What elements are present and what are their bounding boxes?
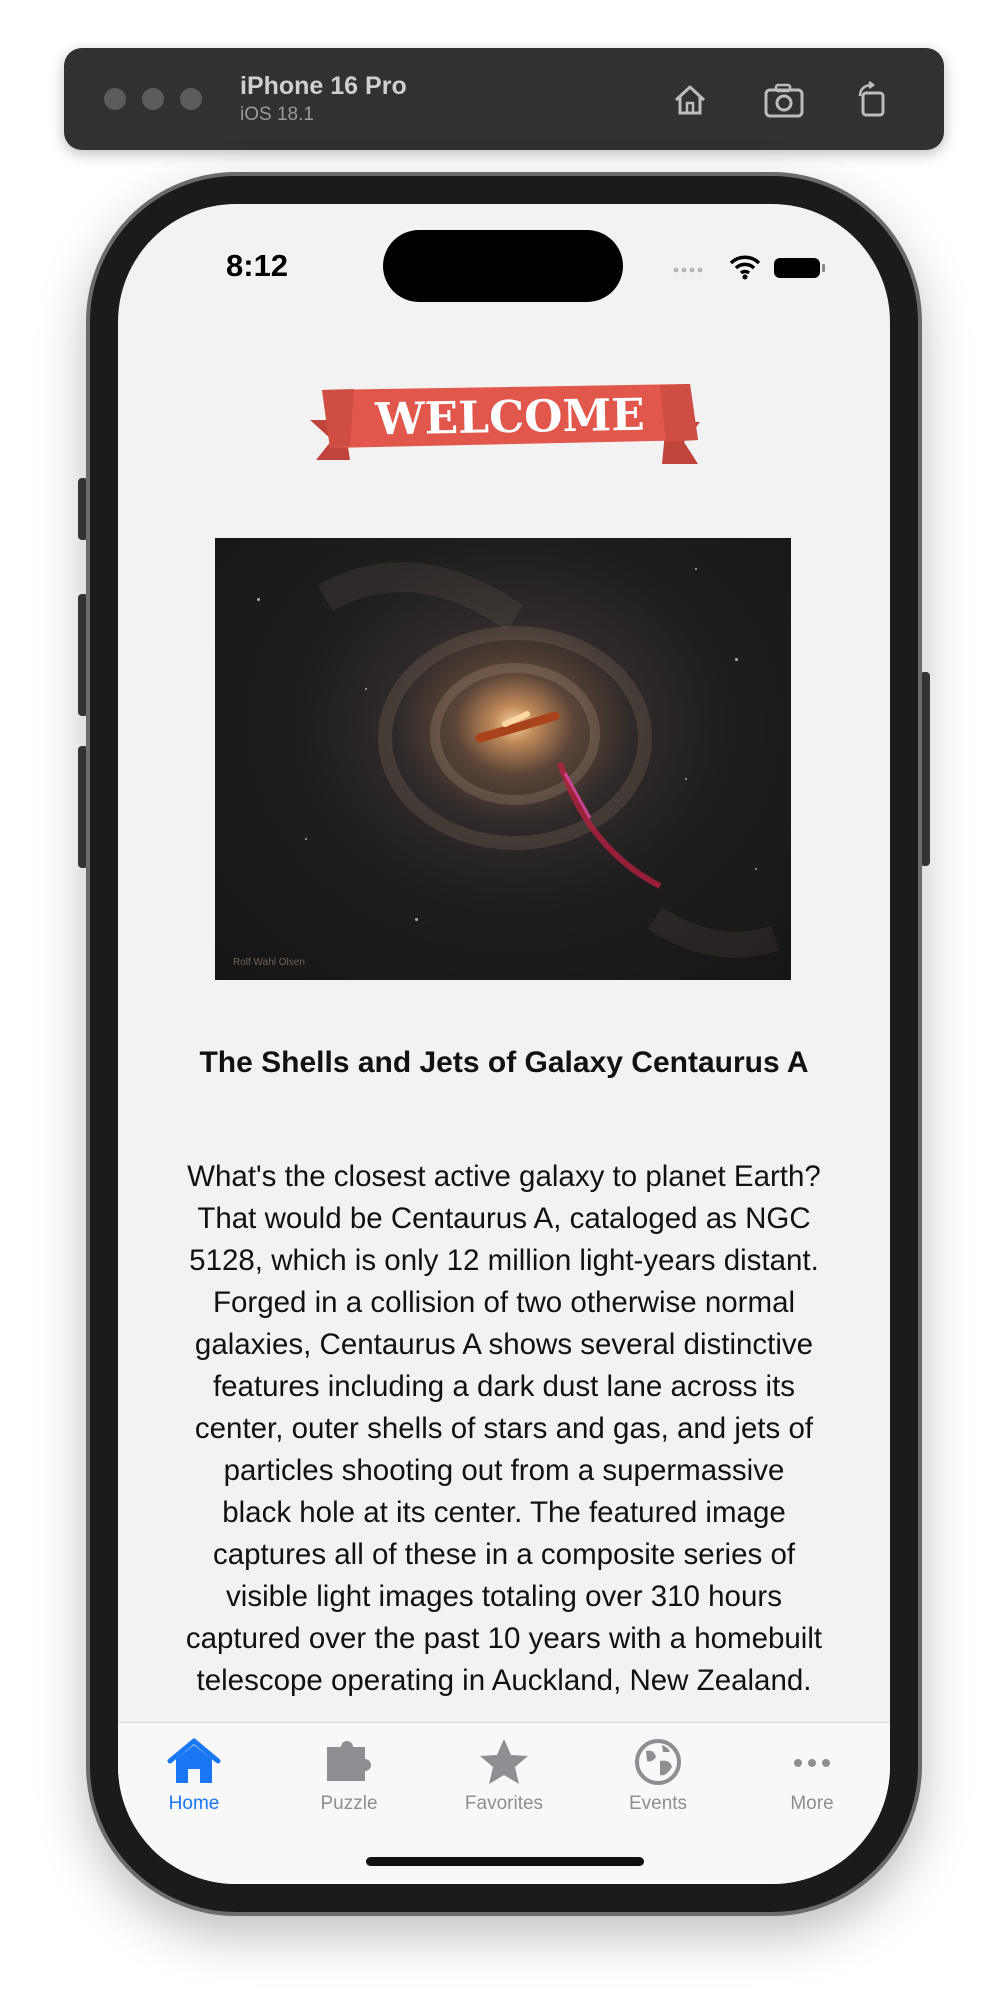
wifi-icon <box>729 255 761 280</box>
star <box>685 778 687 780</box>
tab-more-label: More <box>790 1793 834 1814</box>
star <box>735 658 738 661</box>
tab-home-label: Home <box>168 1793 220 1814</box>
screenshot-button[interactable] <box>760 76 808 124</box>
screenshot-icon <box>764 83 804 118</box>
star <box>415 918 418 921</box>
battery-icon <box>774 258 825 278</box>
tab-more[interactable]: More <box>752 1737 872 1827</box>
tab-events[interactable]: Events <box>598 1737 718 1827</box>
image-credit: Rolf Wahl Olsen <box>233 957 305 968</box>
puzzle-piece-icon <box>327 1741 371 1781</box>
tab-puzzle[interactable]: Puzzle <box>289 1737 409 1827</box>
rotate-button[interactable] <box>848 76 896 124</box>
star <box>365 688 367 690</box>
device-name: iPhone 16 Pro <box>240 72 407 100</box>
galaxy-image: Rolf Wahl Olsen <box>215 538 791 980</box>
os-version: iOS 18.1 <box>240 104 314 125</box>
tab-events-label: Events <box>628 1793 688 1814</box>
phone-screen: 8:12 WELCOME Rolf Wahl Olsen The Shells … <box>118 204 890 1884</box>
tab-favorites[interactable]: Favorites <box>444 1737 564 1827</box>
window-close-button[interactable] <box>104 88 126 110</box>
globe-icon <box>635 1739 681 1785</box>
tab-favorites-label: Favorites <box>464 1793 544 1814</box>
welcome-banner: WELCOME <box>310 384 700 464</box>
window-minimize-button[interactable] <box>142 88 164 110</box>
home-button[interactable] <box>666 76 714 124</box>
ellipsis-icon <box>794 1759 830 1767</box>
dynamic-island <box>383 230 623 302</box>
star <box>695 568 697 570</box>
window-zoom-button[interactable] <box>180 88 202 110</box>
home-icon <box>674 85 706 115</box>
cellular-icon <box>673 267 703 273</box>
article-title: The Shells and Jets of Galaxy Centaurus … <box>199 1046 809 1079</box>
star <box>755 868 757 870</box>
rotate-icon <box>858 81 885 117</box>
status-icons <box>670 252 830 282</box>
welcome-banner-text: WELCOME <box>374 390 645 446</box>
status-time: 8:12 <box>226 248 289 283</box>
house-icon <box>167 1738 221 1783</box>
tab-puzzle-label: Puzzle <box>320 1793 378 1814</box>
star-icon <box>480 1739 528 1784</box>
home-indicator[interactable] <box>366 1857 644 1866</box>
simulator-toolbar: iPhone 16 Pro iOS 18.1 <box>64 48 944 150</box>
star <box>257 598 260 601</box>
tab-home[interactable]: Home <box>134 1737 254 1827</box>
article-body: What's the closest active galaxy to plan… <box>185 1160 823 1697</box>
star <box>305 838 307 840</box>
